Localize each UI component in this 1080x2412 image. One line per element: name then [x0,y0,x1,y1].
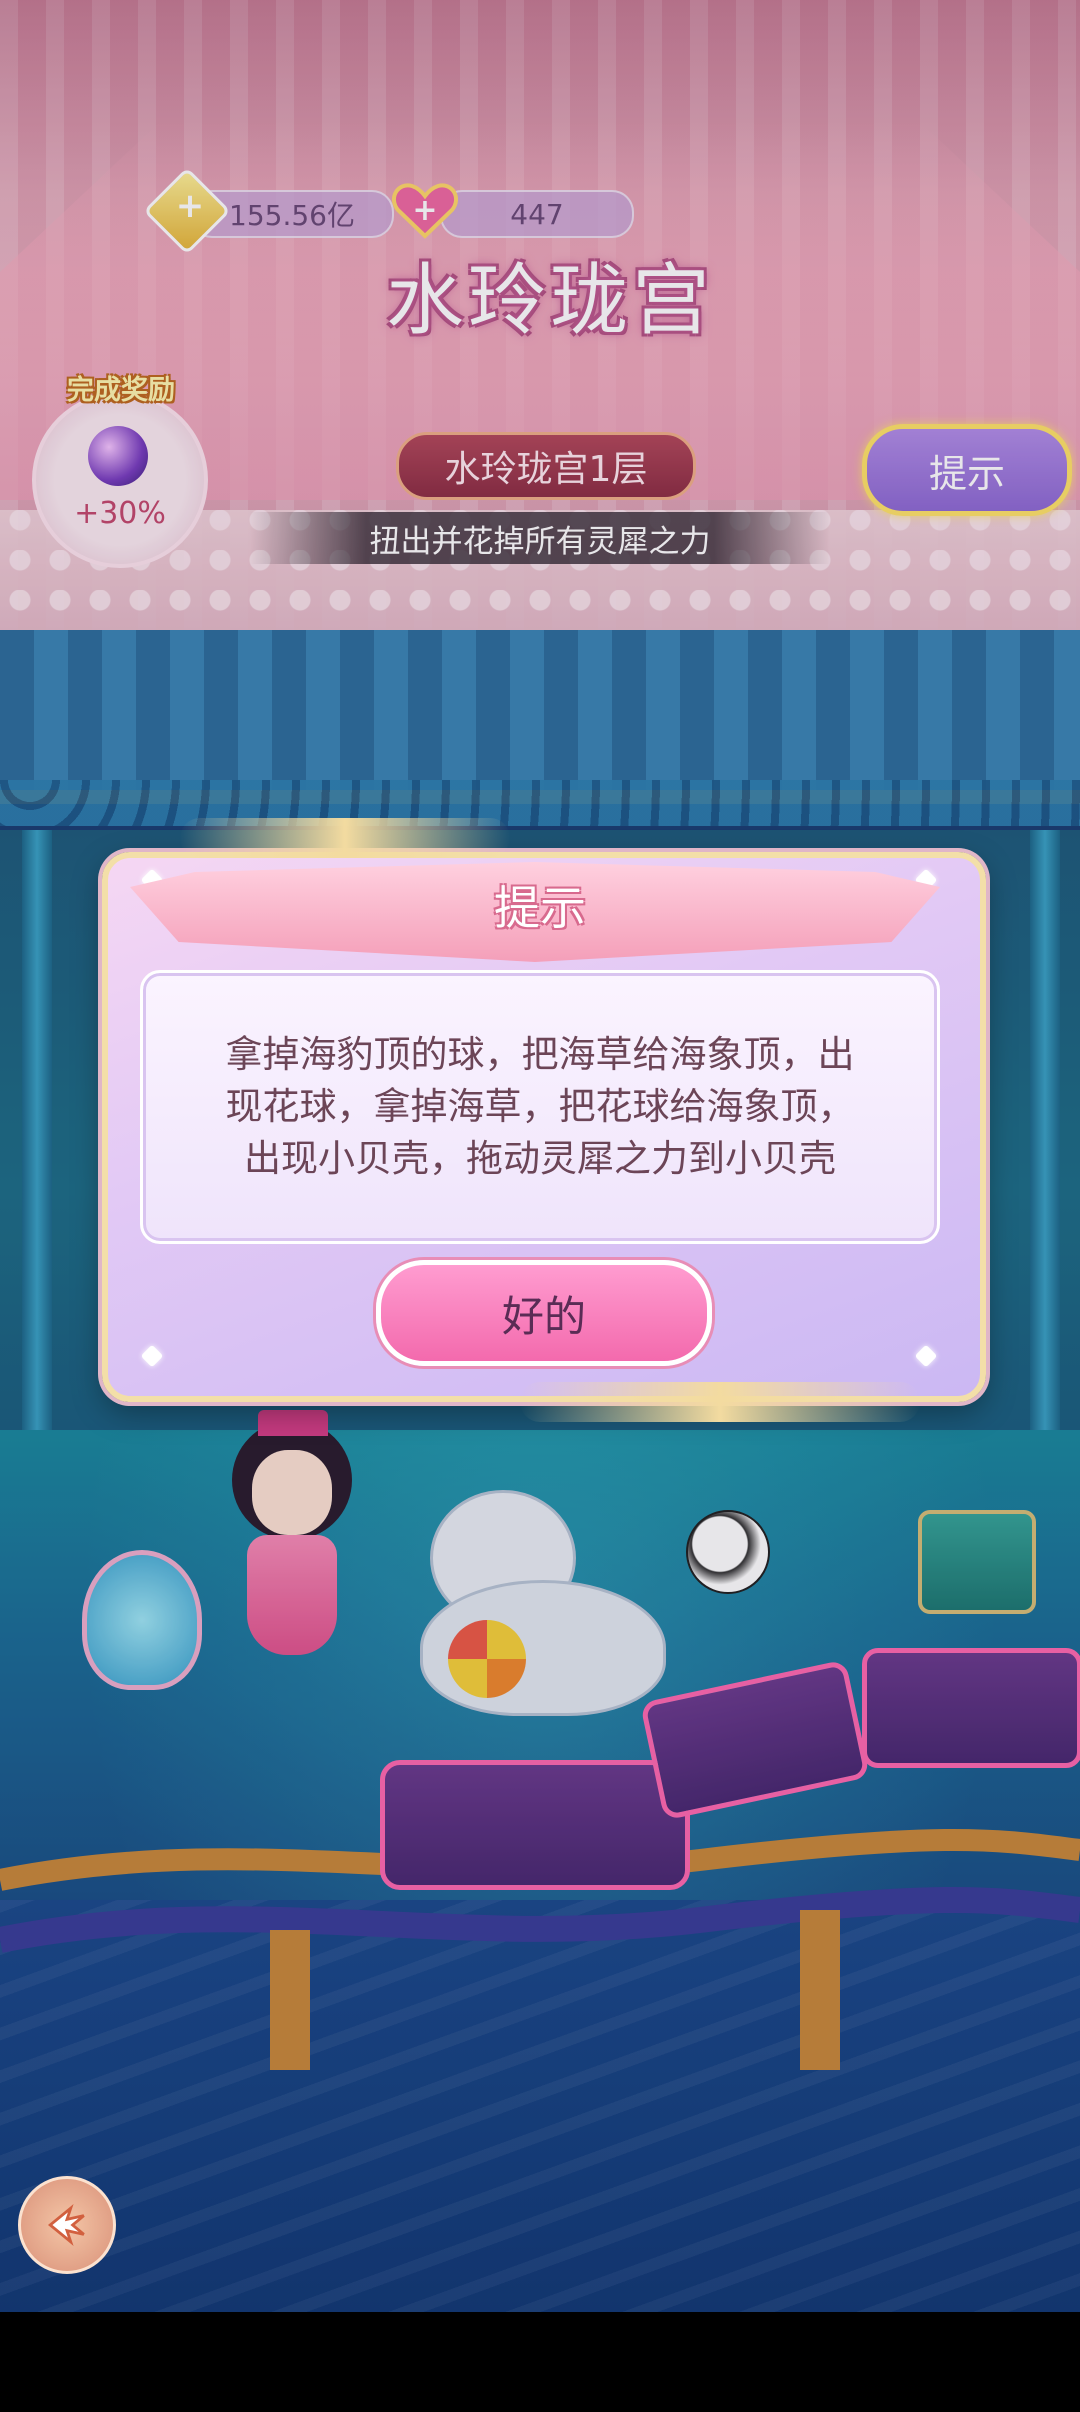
back-arrow-icon [47,2204,85,2246]
system-nav-bar [0,2312,1080,2412]
dialog-title: 提示 [494,881,586,935]
dialog-message-box: 拿掉海豹顶的球，把海草给海象顶，出现花球，拿掉海草，把花球给海象顶，出现小贝壳，… [140,970,940,1244]
ok-button[interactable]: 好的 [376,1260,712,1366]
flower-vine-bottom [520,1382,920,1422]
flower-vine-top [180,818,510,858]
dialog-message: 拿掉海豹顶的球，把海草给海象顶，出现花球，拿掉海草，把花球给海象顶，出现小贝壳，… [225,1033,855,1180]
back-button[interactable] [18,2176,116,2274]
